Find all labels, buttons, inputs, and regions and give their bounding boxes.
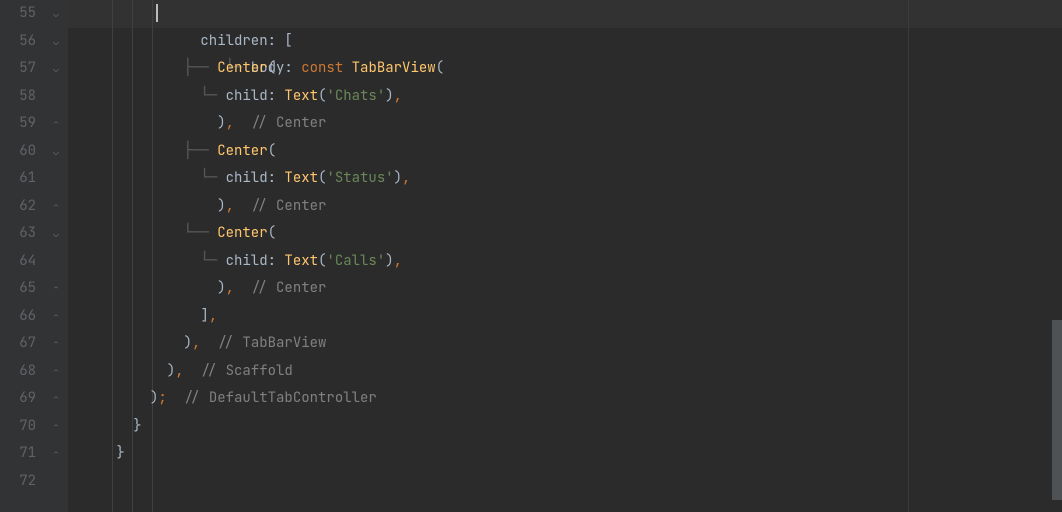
fold-handle[interactable]: ⌃ (53, 358, 59, 386)
code-line[interactable]: └─ child: Text('Status'), (68, 165, 1062, 193)
chevron-down-icon: ⌄ (53, 138, 59, 166)
line-number: 63 (0, 220, 36, 248)
fold-up-icon: ⌃ (53, 275, 59, 303)
code-line[interactable]: ], (68, 303, 1062, 331)
chevron-down-icon: ⌄ (53, 28, 59, 56)
line-number: 58 (0, 83, 36, 111)
caret (156, 4, 158, 22)
line-number: 70 (0, 413, 36, 441)
line-number: 71 (0, 440, 36, 468)
fold-handle[interactable]: ⌄ (53, 220, 59, 248)
line-number: 65 (0, 275, 36, 303)
line-number: 61 (0, 165, 36, 193)
fold-handle[interactable]: ⌃ (53, 330, 59, 358)
fold-handle[interactable]: ⌄ (53, 0, 59, 28)
code-lines[interactable]: └─ body: const TabBarView( children: [ ├… (68, 0, 1062, 495)
code-line[interactable]: ), // Center (68, 275, 1062, 303)
line-number: 56 (0, 28, 36, 56)
fold-handle[interactable]: ⌃ (53, 440, 59, 468)
code-editor[interactable]: 55 56 57 58 59 60 61 62 63 64 65 66 67 6… (0, 0, 1062, 512)
code-line[interactable]: } (68, 413, 1062, 441)
fold-handle[interactable]: ⌄ (53, 28, 59, 56)
fold-handle[interactable]: ⌃ (53, 193, 59, 221)
code-line[interactable]: └── Center( (68, 220, 1062, 248)
fold-handle[interactable]: ⌃ (53, 303, 59, 331)
line-number: 66 (0, 303, 36, 331)
fold-handle[interactable]: ⌄ (53, 138, 59, 166)
chevron-down-icon: ⌄ (53, 55, 59, 83)
line-number-gutter: 55 56 57 58 59 60 61 62 63 64 65 66 67 6… (0, 0, 44, 512)
chevron-down-icon: ⌄ (53, 220, 59, 248)
code-line[interactable] (68, 468, 1062, 496)
fold-handle[interactable]: ⌄ (53, 55, 59, 83)
fold-up-icon: ⌃ (53, 413, 59, 441)
fold-up-icon: ⌃ (53, 385, 59, 413)
fold-gutter: ⌄ ⌄ ⌄ ⌃ ⌄ ⌃ ⌄ ⌃ ⌃ ⌃ ⌃ ⌃ ⌃ ⌃ (44, 0, 68, 512)
code-line[interactable]: └─ body: const TabBarView( (68, 0, 1062, 28)
line-number: 68 (0, 358, 36, 386)
fold-up-icon: ⌃ (53, 440, 59, 468)
code-line[interactable]: ), // Scaffold (68, 358, 1062, 386)
fold-up-icon: ⌃ (53, 303, 59, 331)
code-area[interactable]: └─ body: const TabBarView( children: [ ├… (68, 0, 1062, 512)
line-number: 69 (0, 385, 36, 413)
fold-up-icon: ⌃ (53, 358, 59, 386)
code-line[interactable]: ), // Center (68, 110, 1062, 138)
fold-up-icon: ⌃ (53, 110, 59, 138)
line-number: 55 (0, 0, 36, 28)
line-number: 59 (0, 110, 36, 138)
code-line[interactable]: children: [ (68, 28, 1062, 56)
fold-handle[interactable]: ⌃ (53, 110, 59, 138)
code-line[interactable]: ├── Center( (68, 55, 1062, 83)
code-line[interactable]: ), // Center (68, 193, 1062, 221)
line-number: 67 (0, 330, 36, 358)
fold-handle[interactable]: ⌃ (53, 275, 59, 303)
code-line[interactable]: ); // DefaultTabController (68, 385, 1062, 413)
code-line[interactable]: } (68, 440, 1062, 468)
fold-handle[interactable]: ⌃ (53, 385, 59, 413)
line-number: 57 (0, 55, 36, 83)
fold-up-icon: ⌃ (53, 193, 59, 221)
line-number: 62 (0, 193, 36, 221)
code-line[interactable]: └─ child: Text('Calls'), (68, 248, 1062, 276)
fold-handle[interactable]: ⌃ (53, 413, 59, 441)
line-number: 60 (0, 138, 36, 166)
fold-up-icon: ⌃ (53, 330, 59, 358)
line-number: 72 (0, 468, 36, 496)
chevron-down-icon: ⌄ (53, 0, 59, 28)
code-line[interactable]: └─ child: Text('Chats'), (68, 83, 1062, 111)
code-line[interactable]: ├── Center( (68, 138, 1062, 166)
line-number: 64 (0, 248, 36, 276)
code-line[interactable]: ), // TabBarView (68, 330, 1062, 358)
